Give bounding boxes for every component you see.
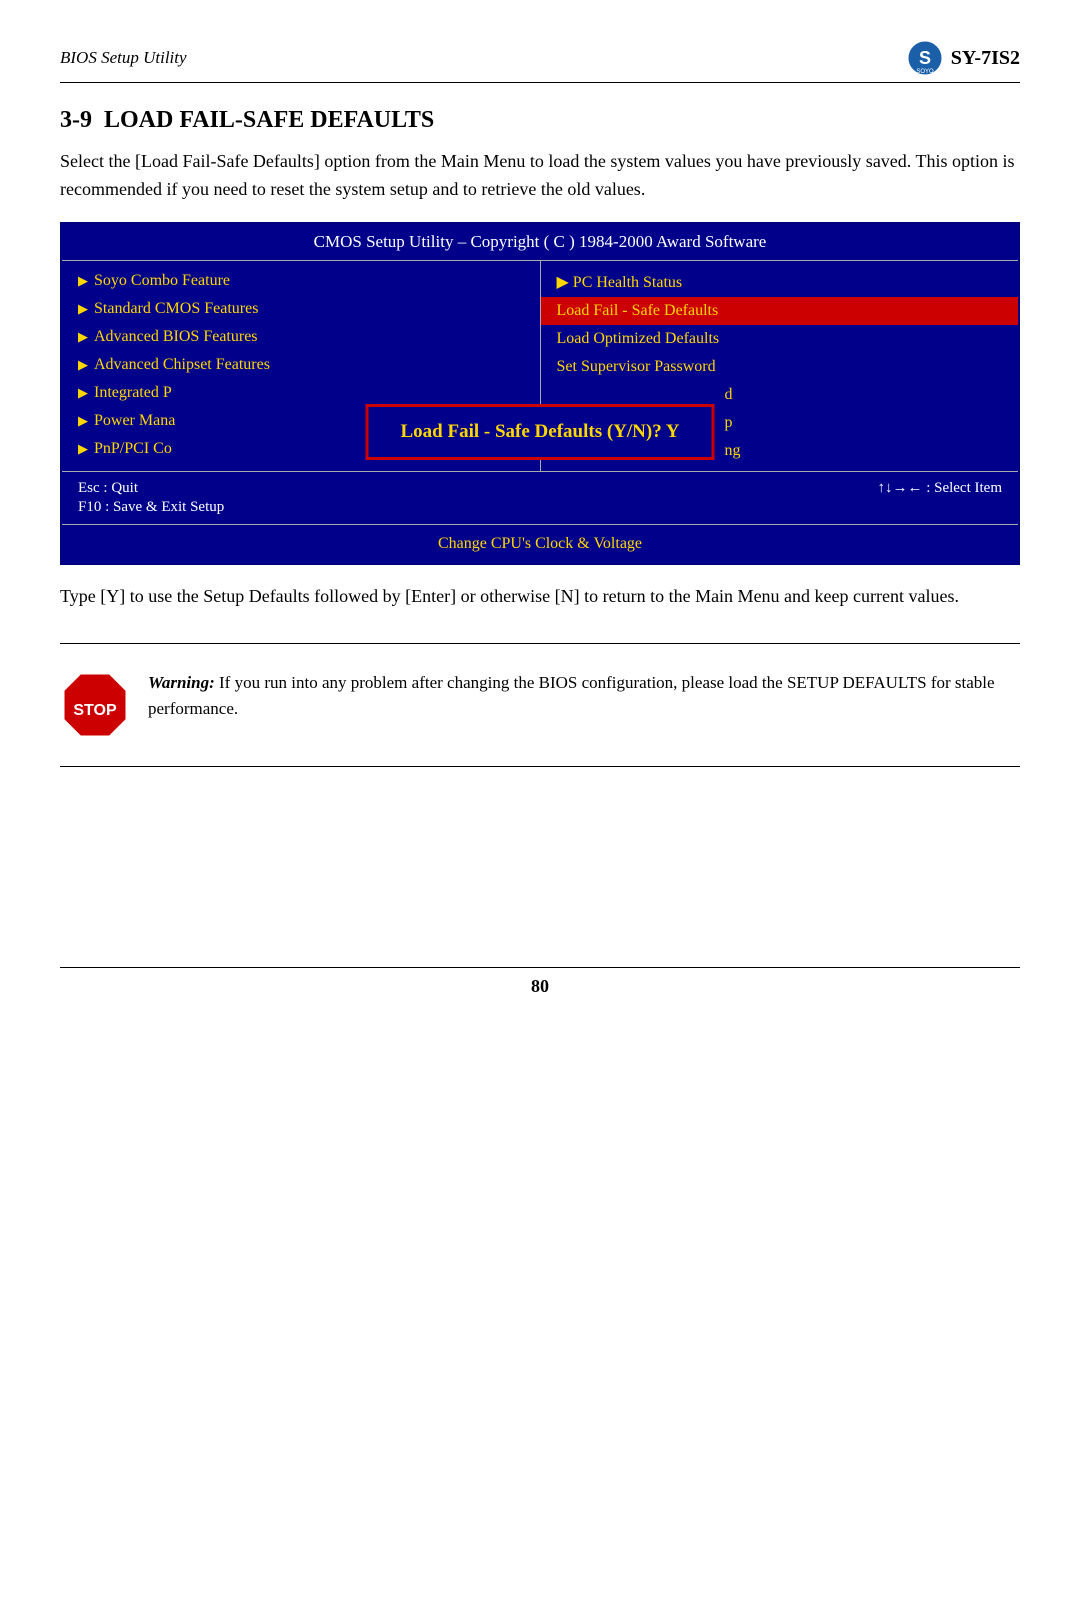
bios-f10-save: F10 : Save & Exit Setup	[78, 499, 224, 516]
header-right: S SOYO SY-7IS2	[907, 40, 1020, 76]
bios-right-load-optimized[interactable]: Load Optimized Defaults	[541, 325, 1019, 353]
bios-footer-right: ↑↓→← : Select Item	[877, 480, 1002, 497]
arrow-icon: ▶	[78, 413, 88, 429]
bios-menu-advanced-bios[interactable]: ▶ Advanced BIOS Features	[62, 323, 540, 351]
stop-icon: STOP	[60, 670, 130, 740]
arrow-icon: ▶	[78, 273, 88, 289]
soyo-logo-icon: S SOYO	[907, 40, 943, 76]
header-title: BIOS Setup Utility	[60, 48, 187, 68]
bios-footer: Esc : Quit F10 : Save & Exit Setup ↑↓→← …	[62, 472, 1018, 525]
bios-footer-left: Esc : Quit F10 : Save & Exit Setup	[78, 480, 224, 516]
bios-esc-quit: Esc : Quit	[78, 480, 224, 497]
bios-right-load-failsafe[interactable]: Load Fail - Safe Defaults	[541, 297, 1019, 325]
divider-bottom	[60, 766, 1020, 767]
bios-right-supervisor-password[interactable]: Set Supervisor Password	[541, 353, 1019, 381]
bios-bottom-bar: Change CPU's Clock & Voltage	[62, 525, 1018, 563]
bios-right-pc-health[interactable]: ▶ PC Health Status	[541, 267, 1019, 297]
bios-dialog: Load Fail - Safe Defaults (Y/N)? Y	[366, 404, 715, 460]
arrow-icon: ▶	[78, 385, 88, 401]
section-heading: 3-9 LOAD FAIL-SAFE DEFAULTS	[60, 107, 1020, 134]
bios-menu-soyo-combo[interactable]: ▶ Soyo Combo Feature	[62, 267, 540, 295]
svg-text:SOYO: SOYO	[916, 69, 934, 75]
arrow-icon: ▶	[78, 357, 88, 373]
bios-menu-integrated[interactable]: ▶ Integrated P	[62, 379, 540, 407]
warning-bold: Warning:	[148, 673, 215, 692]
divider-top	[60, 643, 1020, 644]
page-header: BIOS Setup Utility S SOYO SY-7IS2	[60, 40, 1020, 83]
bios-menu-standard-cmos[interactable]: ▶ Standard CMOS Features	[62, 295, 540, 323]
bios-menu-advanced-chipset[interactable]: ▶ Advanced Chipset Features	[62, 351, 540, 379]
after-text: Type [Y] to use the Setup Defaults follo…	[60, 583, 1020, 611]
arrow-icon: ▶	[78, 441, 88, 457]
bios-title-bar: CMOS Setup Utility – Copyright ( C ) 198…	[62, 224, 1018, 261]
warning-box: STOP Warning: If you run into any proble…	[60, 660, 1020, 750]
svg-text:STOP: STOP	[73, 702, 117, 719]
intro-text: Select the [Load Fail-Safe Defaults] opt…	[60, 148, 1020, 204]
warning-text: Warning: If you run into any problem aft…	[148, 670, 1020, 723]
header-model: SY-7IS2	[951, 47, 1020, 70]
arrow-icon: ▶	[78, 301, 88, 317]
bios-screen: CMOS Setup Utility – Copyright ( C ) 198…	[60, 222, 1020, 565]
arrow-icon: ▶	[78, 329, 88, 345]
page-footer-area: 80	[60, 967, 1020, 997]
page-number: 80	[60, 968, 1020, 997]
svg-text:S: S	[919, 48, 931, 68]
